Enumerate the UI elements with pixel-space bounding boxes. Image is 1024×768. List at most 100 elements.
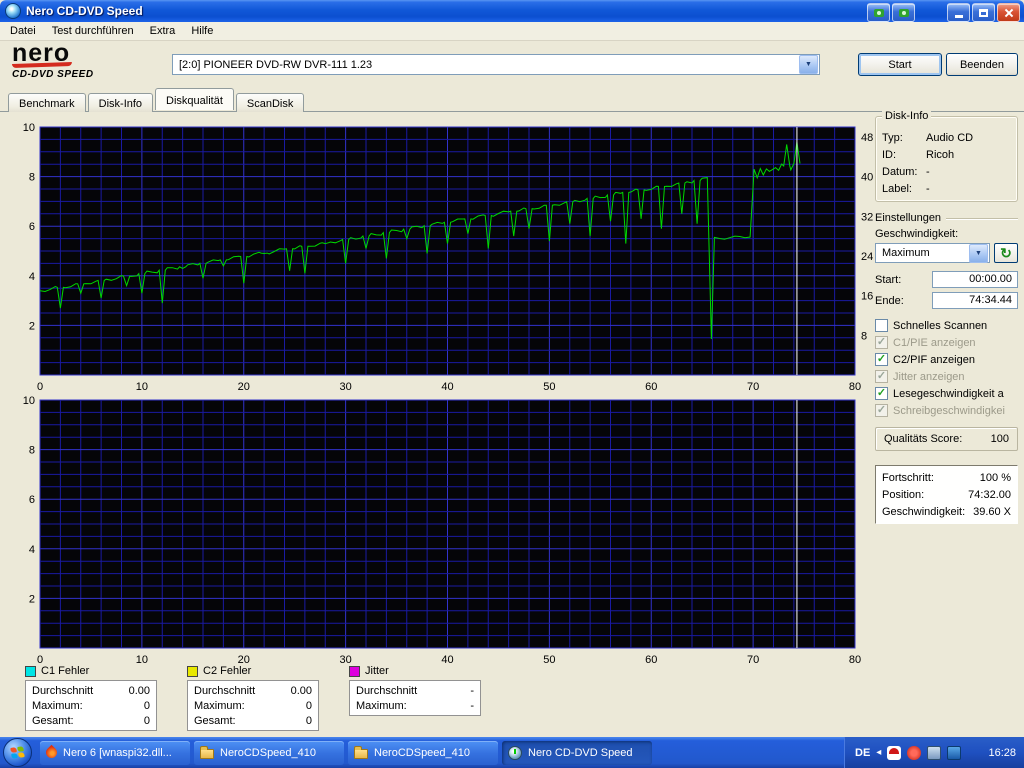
taskbar-button-nerocdspeed-410[interactable]: NeroCDSpeed_410 bbox=[194, 741, 344, 765]
taskbar-button-label: Nero 6 [wnaspi32.dll... bbox=[63, 747, 172, 759]
menu-hilfe[interactable]: Hilfe bbox=[183, 23, 221, 39]
taskbar-button-nero-6-wnaspi32-dll[interactable]: Nero 6 [wnaspi32.dll... bbox=[40, 741, 190, 765]
legend-row-label: Maximum: bbox=[32, 700, 83, 712]
checkbox-schreibgeschwindigkei: ✓Schreibgeschwindigkei bbox=[875, 402, 1018, 419]
minimize-button[interactable] bbox=[947, 3, 970, 22]
taskbar-button-nero-cd-dvd-speed[interactable]: Nero CD-DVD Speed bbox=[502, 741, 652, 765]
nero-logo: nero CD-DVD SPEED bbox=[12, 42, 94, 80]
legend-row: Durchschnitt- bbox=[356, 683, 474, 698]
chevron-down-icon[interactable]: ▼ bbox=[799, 55, 818, 74]
option-checkboxes: Schnelles Scannen ✓C1/PIE anzeigen✓C2/PIF… bbox=[875, 317, 1018, 419]
legend-row-value: 0 bbox=[144, 700, 150, 712]
menu-extra[interactable]: Extra bbox=[142, 23, 184, 39]
legend-c1-fehler: C1 FehlerDurchschnitt0.00Maximum:0Gesamt… bbox=[25, 664, 157, 731]
maximize-button[interactable] bbox=[972, 3, 995, 22]
svg-text:2: 2 bbox=[29, 320, 35, 332]
logo-subtext: CD-DVD SPEED bbox=[12, 69, 94, 80]
chevron-left-icon[interactable]: ◂ bbox=[876, 747, 881, 758]
checkbox-label: Schnelles Scannen bbox=[893, 320, 987, 332]
divider bbox=[946, 218, 1018, 219]
capture-button-2[interactable] bbox=[892, 3, 915, 22]
end-time-row: Ende: 74:34.44 bbox=[875, 292, 1018, 309]
tab-benchmark[interactable]: Benchmark bbox=[8, 93, 86, 112]
quality-score-label: Qualitäts Score: bbox=[884, 433, 962, 445]
legend-row-label: Durchschnitt bbox=[32, 685, 93, 697]
checkbox-c2-pif-anzeigen[interactable]: ✓C2/PIF anzeigen bbox=[875, 351, 1018, 368]
legend-row-value: - bbox=[470, 685, 474, 697]
network-icon[interactable] bbox=[947, 746, 961, 760]
checkbox-icon[interactable]: ✓ bbox=[875, 387, 888, 400]
quality-score-value: 100 bbox=[991, 433, 1009, 445]
menubar: DateiTest durchführenExtraHilfe bbox=[0, 22, 1024, 41]
checkbox-lesegeschwindigkeit-a[interactable]: ✓ Lesegeschwindigkeit a bbox=[875, 385, 1018, 402]
legend-row-label: Maximum: bbox=[194, 700, 245, 712]
legend-row-label: Durchschnitt bbox=[194, 685, 255, 697]
checkbox-schnelles-scannen[interactable]: Schnelles Scannen bbox=[875, 317, 1018, 334]
start-time-label: Start: bbox=[875, 274, 917, 286]
logo-swoosh bbox=[12, 62, 72, 68]
quit-button[interactable]: Beenden bbox=[946, 53, 1018, 76]
tab-scandisk[interactable]: ScanDisk bbox=[236, 93, 304, 112]
menu-test-durchführen[interactable]: Test durchführen bbox=[44, 23, 142, 39]
legend-swatch bbox=[349, 666, 360, 677]
capture-button-1[interactable] bbox=[867, 3, 890, 22]
svg-text:10: 10 bbox=[23, 122, 35, 134]
checkbox-icon[interactable] bbox=[875, 319, 888, 332]
legend-values-box: Durchschnitt0.00Maximum:0Gesamt:0 bbox=[187, 680, 319, 731]
refresh-button[interactable]: ↻ bbox=[994, 243, 1018, 263]
disk-info-value: - bbox=[926, 166, 930, 178]
titlebar[interactable]: Nero CD-DVD Speed bbox=[0, 0, 1024, 22]
chevron-down-icon[interactable]: ▼ bbox=[969, 244, 988, 263]
disk-info-value: Audio CD bbox=[926, 132, 973, 144]
avira-icon[interactable] bbox=[887, 746, 901, 760]
disk-info-label: Label: bbox=[882, 183, 926, 195]
taskbar-button-label: NeroCDSpeed_410 bbox=[220, 747, 316, 759]
language-indicator[interactable]: DE bbox=[855, 747, 870, 759]
svg-text:8: 8 bbox=[29, 172, 35, 184]
end-time-field[interactable]: 74:34.44 bbox=[932, 292, 1018, 309]
legend: C1 FehlerDurchschnitt0.00Maximum:0Gesamt… bbox=[25, 664, 481, 731]
window-title: Nero CD-DVD Speed bbox=[26, 4, 143, 18]
camera-icon bbox=[874, 9, 884, 17]
taskbar: Nero 6 [wnaspi32.dll... NeroCDSpeed_410 Ne… bbox=[0, 737, 1024, 768]
disk-info-row: Datum:- bbox=[882, 163, 1011, 180]
svg-text:8: 8 bbox=[29, 445, 35, 457]
checkbox-label: Lesegeschwindigkeit a bbox=[893, 388, 1004, 400]
speed-selector[interactable]: Maximum ▼ bbox=[875, 243, 990, 263]
close-button[interactable] bbox=[997, 3, 1020, 22]
svg-text:4: 4 bbox=[29, 544, 35, 556]
disk-info-label: ID: bbox=[882, 149, 926, 161]
svg-text:6: 6 bbox=[29, 221, 35, 233]
legend-row-label: Gesamt: bbox=[194, 715, 236, 727]
checkbox-icon[interactable]: ✓ bbox=[875, 353, 888, 366]
tab-diskqualität[interactable]: Diskqualität bbox=[155, 88, 234, 110]
logo-text: nero bbox=[12, 42, 94, 65]
close-icon bbox=[1004, 8, 1014, 18]
display-icon[interactable] bbox=[927, 746, 941, 760]
disk-info-row: ID:Ricoh bbox=[882, 146, 1011, 163]
start-button[interactable]: Start bbox=[858, 53, 942, 76]
refresh-icon: ↻ bbox=[1000, 245, 1012, 261]
start-menu-button[interactable] bbox=[3, 738, 32, 767]
menu-datei[interactable]: Datei bbox=[2, 23, 44, 39]
svg-text:50: 50 bbox=[543, 654, 555, 666]
clock: 16:28 bbox=[988, 747, 1016, 759]
disk-info-value: Ricoh bbox=[926, 149, 954, 161]
start-time-field[interactable]: 00:00.00 bbox=[932, 271, 1018, 288]
disk-info-label: Datum: bbox=[882, 166, 926, 178]
legend-jitter: JitterDurchschnitt-Maximum:- bbox=[349, 664, 481, 731]
svg-text:60: 60 bbox=[645, 654, 657, 666]
legend-row: Maximum:- bbox=[356, 698, 474, 713]
guard-icon[interactable] bbox=[907, 746, 921, 760]
svg-text:16: 16 bbox=[861, 291, 873, 303]
svg-text:2: 2 bbox=[29, 593, 35, 605]
speed-row: Maximum ▼ ↻ bbox=[875, 243, 1018, 263]
disk-info-group: Disk-Info Typ:Audio CDID:RicohDatum:-Lab… bbox=[875, 116, 1018, 202]
svg-text:8: 8 bbox=[861, 330, 867, 342]
status-row: Position:74:32.00 bbox=[882, 486, 1011, 503]
tab-disk-info[interactable]: Disk-Info bbox=[88, 93, 153, 112]
taskbar-button-nerocdspeed-410[interactable]: NeroCDSpeed_410 bbox=[348, 741, 498, 765]
checkbox-c1-pie-anzeigen: ✓C1/PIE anzeigen bbox=[875, 334, 1018, 351]
drive-selector[interactable]: [2:0] PIONEER DVD-RW DVR-111 1.23 ▼ bbox=[172, 54, 820, 75]
taskbar-button-label: NeroCDSpeed_410 bbox=[374, 747, 470, 759]
